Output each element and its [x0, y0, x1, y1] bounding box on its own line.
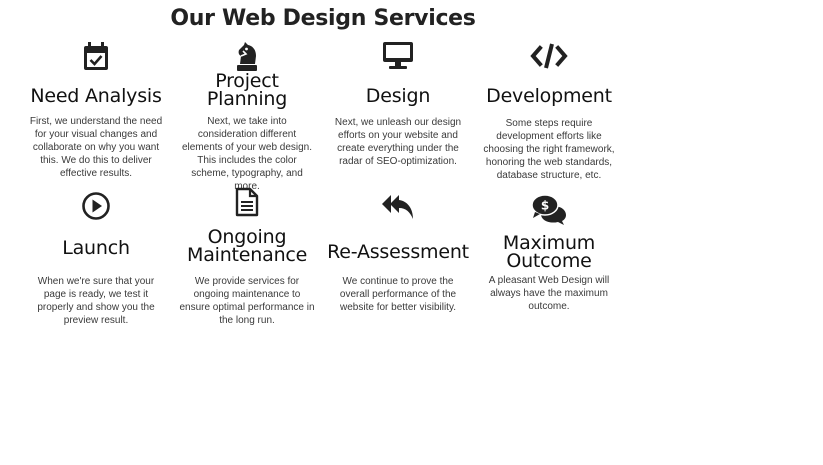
service-title: Design — [365, 85, 431, 107]
svg-text:$: $ — [541, 199, 549, 213]
comments-dollar-icon: $ — [531, 194, 567, 226]
service-title: Development — [486, 85, 612, 107]
service-title: Ongoing Maintenance — [187, 226, 308, 266]
service-title: Re-Assessment — [327, 241, 469, 263]
service-card-need-analysis: Need Analysis First, we understand the n… — [28, 40, 164, 185]
service-card-ongoing-maintenance: Ongoing Maintenance We provide services … — [178, 186, 316, 326]
service-card-re-assessment: Re-Assessment We continue to prove the o… — [327, 190, 469, 320]
reply-all-icon — [381, 193, 415, 221]
calendar-check-icon — [82, 42, 110, 72]
page-title: Our Web Design Services — [170, 6, 476, 31]
service-card-project-planning: Project Planning Next, we take into cons… — [178, 40, 316, 192]
service-card-launch: Launch When we're sure that your page is… — [28, 190, 164, 326]
desktop-icon — [382, 41, 414, 71]
service-description: Next, we unleash our design efforts on y… — [334, 117, 462, 167]
service-description: Next, we take into consideration differe… — [181, 116, 313, 192]
service-description: We continue to prove the overall perform… — [339, 276, 457, 313]
service-card-development: Development Some steps require developme… — [481, 40, 617, 185]
service-title: Need Analysis — [30, 85, 162, 107]
play-circle-icon — [81, 191, 111, 221]
service-description: Some steps require development efforts l… — [483, 118, 615, 181]
chess-knight-icon — [235, 42, 259, 72]
file-text-icon — [235, 187, 259, 217]
service-description: A pleasant Web Design will always have t… — [488, 275, 610, 312]
service-title: Maximum Outcome — [502, 232, 596, 272]
code-icon — [530, 42, 568, 70]
service-card-maximum-outcome: $ Maximum Outcome A pleasant Web Design … — [485, 190, 613, 320]
service-title: Launch — [62, 237, 130, 259]
service-description: We provide services for ongoing maintena… — [179, 276, 315, 326]
service-title: Project Planning — [206, 70, 288, 110]
service-description: First, we understand the need for your v… — [29, 116, 163, 179]
service-description: When we're sure that your page is ready,… — [37, 276, 155, 326]
service-card-design: Design Next, we unleash our design effor… — [331, 40, 465, 185]
